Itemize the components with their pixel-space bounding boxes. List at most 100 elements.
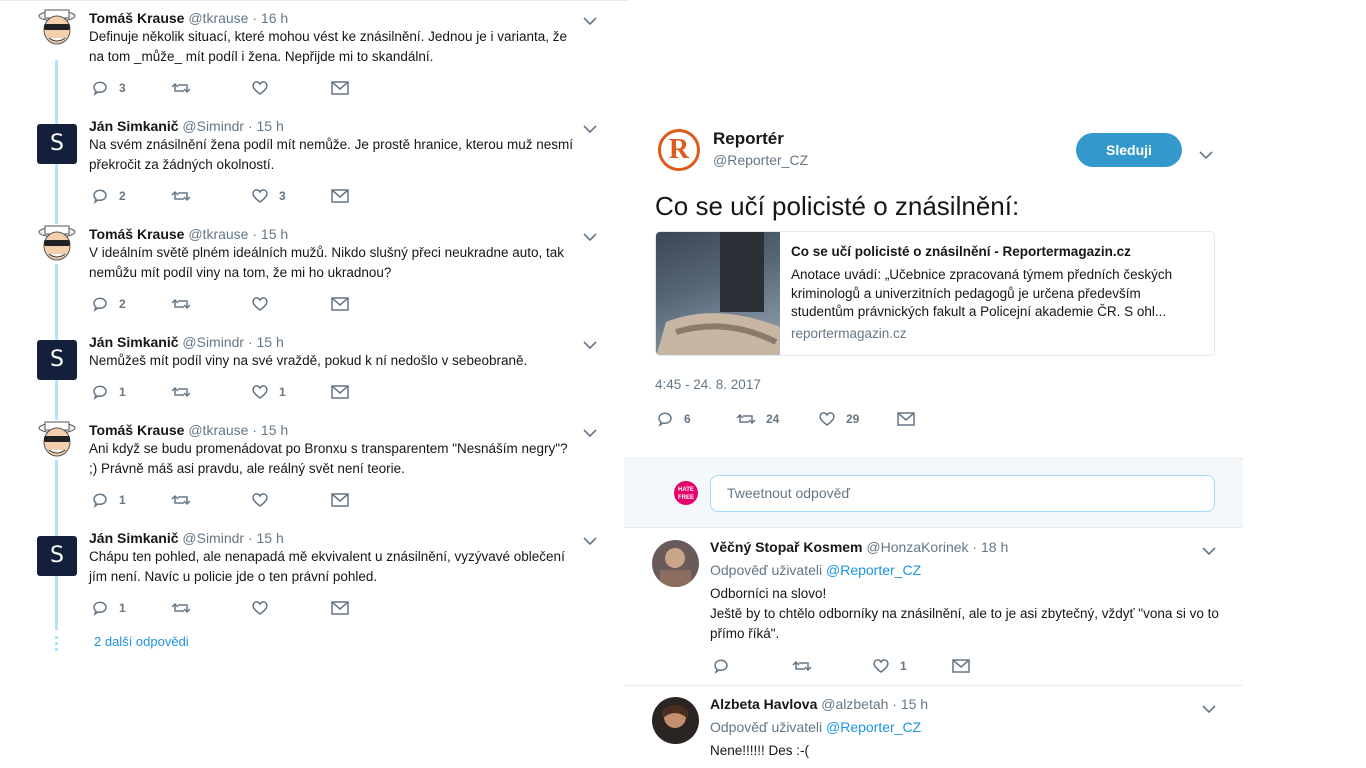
- follow-button[interactable]: Sleduji: [1076, 133, 1182, 167]
- reporter-logo[interactable]: R: [658, 129, 700, 171]
- thread-tweet[interactable]: Tomáš Krause @tkrause · 15 h V ideálním …: [0, 216, 629, 324]
- thread-tweet[interactable]: S Ján Simkanič @Simindr · 15 h Chápu ten…: [0, 520, 629, 628]
- avatar[interactable]: [37, 8, 77, 48]
- retweet-icon: [171, 384, 191, 400]
- retweet-button[interactable]: [171, 186, 201, 206]
- reply-button[interactable]: 3: [91, 78, 126, 98]
- like-button[interactable]: 1: [251, 382, 286, 402]
- retweet-button[interactable]: [171, 598, 201, 618]
- retweet-button[interactable]: [792, 656, 822, 676]
- reply-context: Odpověď uživateli @Reporter_CZ: [710, 562, 922, 578]
- envelope-icon: [331, 385, 349, 399]
- mention-link[interactable]: @Reporter_CZ: [826, 719, 921, 735]
- card-title[interactable]: Co se učí policisté o znásilnění - Repor…: [791, 244, 1131, 259]
- like-button[interactable]: [251, 294, 279, 314]
- reply-button[interactable]: 2: [91, 186, 126, 206]
- reply-icon: [91, 80, 109, 96]
- chevron-down-icon[interactable]: [583, 533, 597, 546]
- heart-icon: [251, 384, 269, 400]
- message-button[interactable]: [331, 382, 349, 402]
- avatar[interactable]: [652, 540, 699, 587]
- heart-icon: [251, 188, 269, 204]
- username[interactable]: Tomáš Krause @tkrause · 15 h: [89, 422, 288, 438]
- thread-tweet[interactable]: Tomáš Krause @tkrause · 16 h Definuje ně…: [0, 0, 629, 108]
- avatar[interactable]: S: [37, 340, 77, 380]
- tweet-actions: 6 24 29: [656, 409, 956, 429]
- author-handle[interactable]: @Reporter_CZ: [713, 152, 808, 168]
- tweet-actions: 2 3: [91, 186, 391, 206]
- message-button[interactable]: [331, 490, 349, 510]
- chevron-down-icon[interactable]: [583, 13, 597, 26]
- username[interactable]: Tomáš Krause @tkrause · 15 h: [89, 226, 288, 242]
- message-button[interactable]: [897, 409, 915, 429]
- message-button[interactable]: [331, 78, 349, 98]
- envelope-icon: [331, 81, 349, 95]
- chevron-down-icon[interactable]: [583, 229, 597, 242]
- like-button[interactable]: [251, 598, 279, 618]
- tweet-text: Definuje několik situací, které mohou vé…: [89, 29, 568, 64]
- reply-button[interactable]: [712, 656, 740, 676]
- tweet-actions: 1: [91, 490, 391, 510]
- tweet-text: V ideálním světě plném ideálních mužů. N…: [89, 245, 565, 280]
- reply-button[interactable]: 1: [91, 490, 126, 510]
- avatar[interactable]: [37, 420, 77, 460]
- username[interactable]: Ján Simkanič @Simindr · 15 h: [89, 334, 284, 350]
- author-name[interactable]: Reportér: [713, 129, 784, 149]
- retweet-button[interactable]: 24: [736, 409, 779, 429]
- retweet-icon: [171, 188, 191, 204]
- thread-tweet[interactable]: S Ján Simkanič @Simindr · 15 h Na svém z…: [0, 108, 629, 216]
- avatar[interactable]: [652, 697, 699, 744]
- like-button[interactable]: 3: [251, 186, 286, 206]
- heart-icon: [872, 658, 890, 674]
- timestamp[interactable]: 4:45 - 24. 8. 2017: [655, 377, 761, 392]
- retweet-button[interactable]: [171, 78, 201, 98]
- reply-context: Odpověď uživateli @Reporter_CZ: [710, 719, 922, 735]
- username[interactable]: Ján Simkanič @Simindr · 15 h: [89, 530, 284, 546]
- message-button[interactable]: [331, 186, 349, 206]
- like-button[interactable]: [251, 78, 279, 98]
- mention-link[interactable]: @Reporter_CZ: [826, 562, 921, 578]
- like-button[interactable]: 29: [818, 409, 859, 429]
- reply-button[interactable]: 1: [91, 598, 126, 618]
- tweet-actions: 1 1: [91, 382, 391, 402]
- chevron-down-icon[interactable]: [583, 121, 597, 134]
- message-button[interactable]: [952, 656, 970, 676]
- reply-button[interactable]: 2: [91, 294, 126, 314]
- thread-tweet[interactable]: Tomáš Krause @tkrause · 15 h Ani když se…: [0, 412, 629, 520]
- chevron-down-icon[interactable]: [583, 425, 597, 438]
- reply-button[interactable]: 1: [91, 382, 126, 402]
- retweet-button[interactable]: [171, 382, 201, 402]
- envelope-icon: [952, 659, 970, 673]
- retweet-button[interactable]: [171, 490, 201, 510]
- reply-button[interactable]: 6: [656, 409, 691, 429]
- like-button[interactable]: [251, 490, 279, 510]
- username[interactable]: Věčný Stopař Kosmem @HonzaKorinek · 18 h: [710, 539, 1008, 555]
- chevron-down-icon[interactable]: [1202, 543, 1216, 556]
- reply-icon: [91, 384, 109, 400]
- like-button[interactable]: 1: [872, 656, 907, 676]
- tweet-text: Nemůžeš mít podíl viny na své vraždě, po…: [89, 353, 528, 368]
- message-button[interactable]: [331, 294, 349, 314]
- reply-input[interactable]: Tweetnout odpověď: [710, 475, 1215, 512]
- reply-icon: [656, 411, 674, 427]
- current-user-avatar[interactable]: HATE FREE: [674, 481, 698, 505]
- link-card[interactable]: Co se učí policisté o znásilnění - Repor…: [655, 231, 1215, 356]
- divider: [624, 685, 1243, 686]
- chevron-down-icon[interactable]: [1202, 701, 1216, 714]
- message-button[interactable]: [331, 598, 349, 618]
- retweet-button[interactable]: [171, 294, 201, 314]
- retweet-icon: [171, 296, 191, 312]
- more-replies-link[interactable]: 2 další odpovědi: [94, 634, 189, 649]
- username[interactable]: Ján Simkanič @Simindr · 15 h: [89, 118, 284, 134]
- card-image[interactable]: [656, 232, 780, 355]
- chevron-down-icon[interactable]: [583, 337, 597, 350]
- avatar[interactable]: S: [37, 124, 77, 164]
- avatar[interactable]: S: [37, 536, 77, 576]
- username[interactable]: Tomáš Krause @tkrause · 16 h: [89, 10, 288, 26]
- avatar[interactable]: [37, 224, 77, 264]
- envelope-icon: [897, 412, 915, 426]
- heart-icon: [251, 600, 269, 616]
- username[interactable]: Alzbeta Havlova @alzbetah · 15 h: [710, 696, 928, 712]
- retweet-icon: [171, 492, 191, 508]
- chevron-down-icon[interactable]: [1199, 147, 1213, 160]
